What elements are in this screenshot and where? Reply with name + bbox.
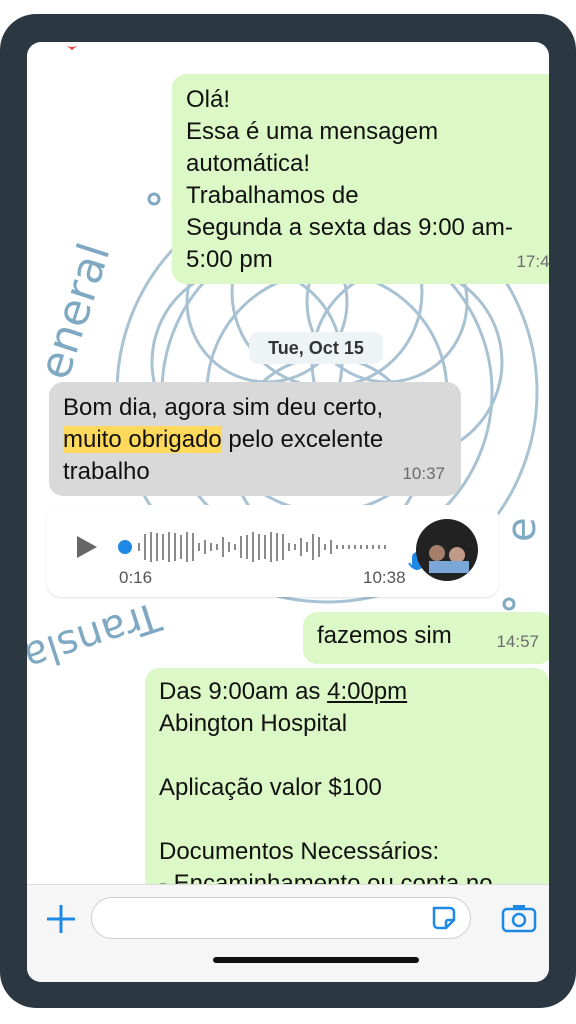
message-line: Bom dia, agora sim deu certo, bbox=[63, 394, 384, 421]
plus-icon[interactable] bbox=[41, 899, 81, 939]
message-line: muito obrigado pelo excelente bbox=[63, 424, 447, 456]
message-line: Trabalhamos de bbox=[186, 182, 359, 209]
message-text: fazemos sim bbox=[317, 622, 452, 649]
message-line: trabalho bbox=[63, 458, 150, 485]
sticker-icon[interactable] bbox=[430, 904, 458, 932]
message-text: Das 9:00am as bbox=[159, 678, 328, 705]
message-line: Documentos Necessários: bbox=[159, 838, 440, 865]
camera-icon[interactable] bbox=[499, 899, 539, 939]
composer-bar bbox=[27, 884, 549, 982]
time-link[interactable]: 4:00pm bbox=[327, 678, 407, 705]
message-line: Abington Hospital bbox=[159, 710, 348, 737]
message-time: 17:42 bbox=[516, 252, 549, 271]
message-bubble-incoming[interactable]: Bom dia, agora sim deu certo, muito obri… bbox=[49, 382, 461, 496]
wallpaper-mark: e bbox=[499, 517, 545, 542]
wallpaper-text-top: eneral bbox=[29, 237, 121, 385]
message-line: Aplicação valor $100 bbox=[159, 774, 382, 801]
play-icon[interactable] bbox=[77, 536, 97, 558]
message-bubble-outgoing[interactable]: Olá! Essa é uma mensagem automática! Tra… bbox=[172, 74, 549, 284]
audio-duration: 0:16 bbox=[119, 568, 153, 587]
message-line: Das 9:00am as 4:00pm bbox=[159, 676, 535, 708]
message-text: pelo excelente bbox=[221, 426, 384, 453]
playback-dot[interactable] bbox=[118, 540, 132, 554]
message-bubble-outgoing[interactable]: fazemos sim 14:57 bbox=[303, 612, 549, 664]
highlighted-text: muito obrigado bbox=[63, 426, 222, 453]
chat-screen: eneral Translat e Olá! Essa é uma mensag… bbox=[27, 42, 549, 982]
message-line: Olá! bbox=[186, 86, 231, 113]
waveform bbox=[77, 519, 478, 581]
wallpaper-text-bottom: Translat bbox=[27, 592, 167, 685]
message-line: Essa é uma mensagem bbox=[186, 118, 439, 145]
message-time: 10:38 bbox=[363, 568, 406, 587]
date-separator: Tue, Oct 15 bbox=[249, 332, 383, 364]
message-time: 14:57 bbox=[496, 632, 539, 651]
voice-message[interactable]: 0:16 10:38 bbox=[47, 505, 499, 597]
message-line: automática! bbox=[186, 150, 311, 177]
message-input[interactable] bbox=[91, 897, 471, 939]
home-indicator bbox=[213, 957, 419, 963]
message-line bbox=[159, 740, 535, 772]
message-line: Segunda a sexta das 9:00 am- bbox=[186, 214, 513, 241]
message-line bbox=[159, 804, 535, 836]
message-time: 10:37 bbox=[402, 464, 445, 483]
message-line: 5:00 pm bbox=[186, 246, 273, 273]
message-bubble-outgoing[interactable]: Das 9:00am as 4:00pm Abington Hospital A… bbox=[145, 668, 549, 897]
reaction-heart-icon bbox=[62, 42, 82, 50]
device-frame: eneral Translat e Olá! Essa é uma mensag… bbox=[0, 0, 576, 1024]
